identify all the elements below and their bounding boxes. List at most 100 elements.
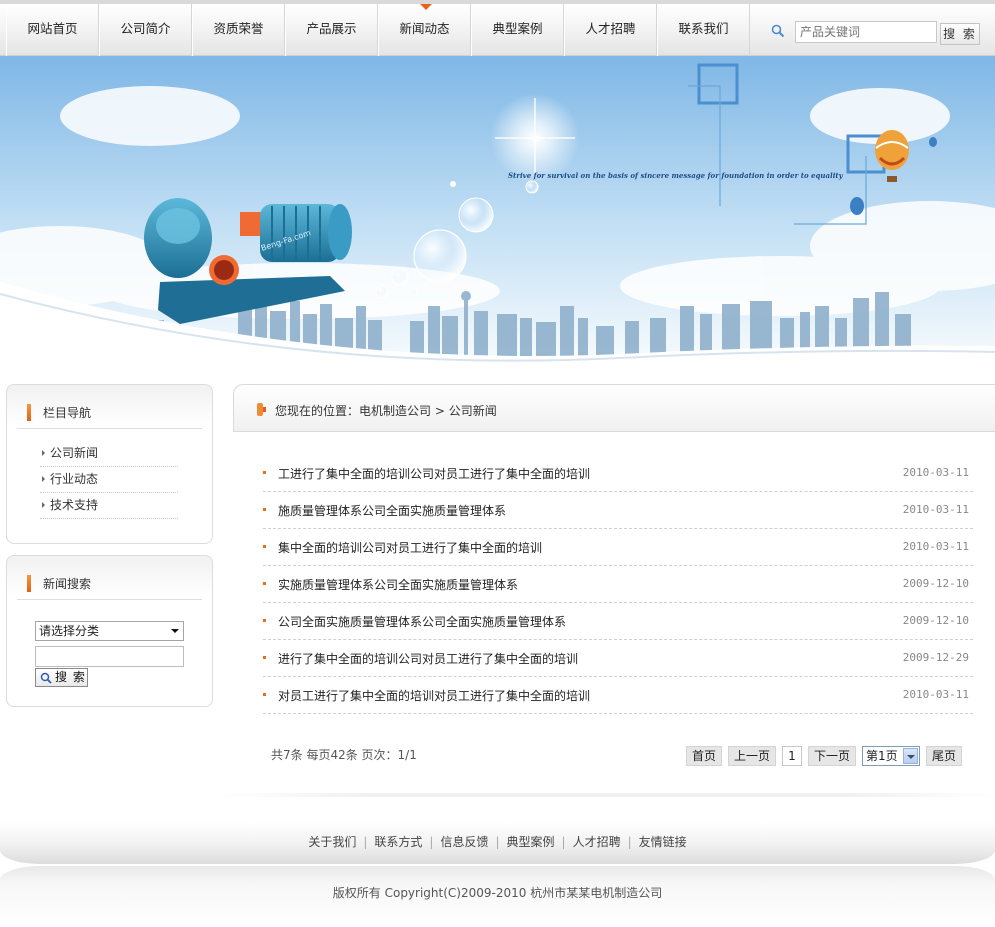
footer-separator: | bbox=[561, 835, 566, 849]
footer-link-feedback[interactable]: 信息反馈 bbox=[440, 835, 488, 849]
search-icon bbox=[771, 24, 785, 38]
list-item: 实施质量管理体系公司全面实施质量管理体系 2009-12-10 bbox=[263, 566, 973, 603]
news-search-title: 新闻搜索 bbox=[43, 577, 92, 591]
news-title-link[interactable]: 集中全面的培训公司对员工进行了集中全面的培训 bbox=[278, 539, 542, 556]
sidebar-nav-title: 栏目导航 bbox=[43, 406, 92, 420]
sidebar-item-company-news[interactable]: 公司新闻 bbox=[40, 441, 178, 467]
category-select[interactable]: 请选择分类 bbox=[35, 621, 184, 641]
news-date: 2010-03-11 bbox=[902, 540, 969, 553]
list-item: 集中全面的培训公司对员工进行了集中全面的培训 2010-03-11 bbox=[263, 529, 973, 566]
top-nav: 网站首页 公司简介 资质荣誉 产品展示 新闻动态 典型案例 人才招聘 联系我们 … bbox=[0, 0, 995, 56]
bullet-icon bbox=[263, 656, 266, 659]
search-icon bbox=[40, 672, 52, 684]
footer-divider bbox=[220, 793, 995, 797]
bullet-icon bbox=[263, 471, 266, 474]
nav-item-about[interactable]: 公司简介 bbox=[99, 4, 192, 56]
active-caret-icon bbox=[420, 4, 432, 10]
pager-first-button[interactable]: 首页 bbox=[686, 746, 722, 766]
pager-info: 共7条 每页42条 页次：1/1 bbox=[271, 748, 417, 762]
product-search-button[interactable]: 搜 索 bbox=[940, 23, 980, 45]
news-date: 2010-03-11 bbox=[902, 503, 969, 516]
breadcrumb-separator: > bbox=[431, 404, 449, 418]
section-marker-icon bbox=[27, 404, 31, 421]
pager-page-select-value: 第1页 bbox=[866, 749, 898, 763]
news-date: 2010-03-11 bbox=[902, 466, 969, 479]
category-select-value: 请选择分类 bbox=[39, 624, 100, 638]
bullet-icon bbox=[263, 582, 266, 585]
pager-page-number[interactable]: 1 bbox=[782, 746, 802, 766]
footer-link-contact[interactable]: 联系方式 bbox=[374, 835, 422, 849]
footer-separator: | bbox=[363, 835, 368, 849]
chevron-down-icon bbox=[907, 755, 915, 759]
bullet-triangle-icon bbox=[42, 476, 45, 482]
footer-link-cases[interactable]: 典型案例 bbox=[507, 835, 555, 849]
news-date: 2009-12-10 bbox=[902, 614, 969, 627]
breadcrumb-bar: 您现在的位置：电机制造公司 > 公司新闻 bbox=[233, 384, 995, 432]
nav-item-jobs[interactable]: 人才招聘 bbox=[564, 4, 657, 56]
bullet-icon bbox=[263, 508, 266, 511]
footer-links: 关于我们 | 联系方式 | 信息反馈 | 典型案例 | 人才招聘 | 友情链接 bbox=[0, 833, 995, 850]
nav-item-cases[interactable]: 典型案例 bbox=[471, 4, 564, 56]
news-search-button-label: 搜 索 bbox=[55, 670, 86, 684]
pager-last-button[interactable]: 尾页 bbox=[926, 746, 962, 766]
news-search-button[interactable]: 搜 索 bbox=[35, 668, 88, 687]
sidebar-item-industry-news[interactable]: 行业动态 bbox=[40, 467, 178, 493]
nav-item-news-label: 新闻动态 bbox=[399, 21, 450, 36]
bullet-icon bbox=[263, 693, 266, 696]
news-search-panel: 新闻搜索 请选择分类 搜 索 bbox=[6, 555, 213, 707]
news-date: 2009-12-10 bbox=[902, 577, 969, 590]
pager-next-button[interactable]: 下一页 bbox=[808, 746, 856, 766]
list-item: 工进行了集中全面的培训公司对员工进行了集中全面的培训 2010-03-11 bbox=[263, 455, 973, 492]
dropdown-button[interactable] bbox=[903, 748, 918, 764]
nav-item-home[interactable]: 网站首页 bbox=[6, 4, 99, 56]
news-title-link[interactable]: 实施质量管理体系公司全面实施质量管理体系 bbox=[278, 576, 518, 593]
news-list: 工进行了集中全面的培训公司对员工进行了集中全面的培训 2010-03-11 施质量… bbox=[263, 455, 973, 714]
sidebar-item-tech-support[interactable]: 技术支持 bbox=[40, 493, 178, 519]
sidebar-item-label: 公司新闻 bbox=[50, 446, 99, 460]
news-title-link[interactable]: 对员工进行了集中全面的培训对员工进行了集中全面的培训 bbox=[278, 687, 590, 704]
sidebar-item-label: 技术支持 bbox=[50, 498, 99, 512]
breadcrumb-current[interactable]: 公司新闻 bbox=[449, 404, 497, 418]
sidebar-nav-list: 公司新闻 行业动态 技术支持 bbox=[40, 441, 178, 519]
nav-item-contact[interactable]: 联系我们 bbox=[657, 4, 750, 56]
list-item: 对员工进行了集中全面的培训对员工进行了集中全面的培训 2010-03-11 bbox=[263, 677, 973, 714]
footer-separator: | bbox=[627, 835, 632, 849]
footer-link-friends[interactable]: 友情链接 bbox=[639, 835, 687, 849]
breadcrumb-home-link[interactable]: 电机制造公司 bbox=[359, 404, 431, 418]
list-item: 进行了集中全面的培训公司对员工进行了集中全面的培训 2009-12-29 bbox=[263, 640, 973, 677]
footer-link-jobs[interactable]: 人才招聘 bbox=[573, 835, 621, 849]
news-date: 2009-12-29 bbox=[902, 651, 969, 664]
product-search-input[interactable] bbox=[795, 21, 937, 43]
bullet-triangle-icon bbox=[42, 502, 45, 508]
news-keyword-input[interactable] bbox=[35, 646, 184, 667]
breadcrumb: 您现在的位置：电机制造公司 > 公司新闻 bbox=[275, 402, 497, 419]
news-title-link[interactable]: 进行了集中全面的培训公司对员工进行了集中全面的培训 bbox=[278, 650, 578, 667]
nav-item-products[interactable]: 产品展示 bbox=[285, 4, 378, 56]
chevron-down-icon bbox=[171, 629, 179, 633]
bullet-icon bbox=[263, 545, 266, 548]
footer-separator: | bbox=[429, 835, 434, 849]
list-item: 施质量管理体系公司全面实施质量管理体系 2010-03-11 bbox=[263, 492, 973, 529]
nav-menu: 网站首页 公司简介 资质荣誉 产品展示 新闻动态 典型案例 人才招聘 联系我们 bbox=[6, 4, 750, 56]
breadcrumb-label: 您现在的位置： bbox=[275, 404, 360, 418]
footer-separator: | bbox=[495, 835, 500, 849]
bullet-icon bbox=[263, 619, 266, 622]
sidebar-nav-panel: 栏目导航 公司新闻 行业动态 技术支持 bbox=[6, 384, 213, 544]
news-title-link[interactable]: 施质量管理体系公司全面实施质量管理体系 bbox=[278, 502, 506, 519]
nav-item-honors[interactable]: 资质荣誉 bbox=[192, 4, 285, 56]
pager-prev-button[interactable]: 上一页 bbox=[728, 746, 776, 766]
banner-image: Strive for survival on the basis of sinc… bbox=[0, 56, 995, 384]
copyright: 版权所有 Copyright(C)2009-2010 杭州市某某电机制造公司 bbox=[332, 886, 663, 900]
section-marker-icon bbox=[27, 575, 31, 592]
news-title-link[interactable]: 工进行了集中全面的培训公司对员工进行了集中全面的培训 bbox=[278, 465, 590, 482]
news-search-header: 新闻搜索 bbox=[17, 556, 202, 600]
bullet-triangle-icon bbox=[42, 450, 45, 456]
pager-page-select[interactable]: 第1页 bbox=[862, 746, 920, 766]
news-title-link[interactable]: 公司全面实施质量管理体系公司全面实施质量管理体系 bbox=[278, 613, 566, 630]
news-date: 2010-03-11 bbox=[902, 688, 969, 701]
nav-item-news[interactable]: 新闻动态 bbox=[378, 4, 471, 56]
location-marker-icon bbox=[257, 403, 266, 416]
sidebar-item-label: 行业动态 bbox=[50, 472, 99, 486]
list-item: 公司全面实施质量管理体系公司全面实施质量管理体系 2009-12-10 bbox=[263, 603, 973, 640]
footer-link-about[interactable]: 关于我们 bbox=[308, 835, 356, 849]
